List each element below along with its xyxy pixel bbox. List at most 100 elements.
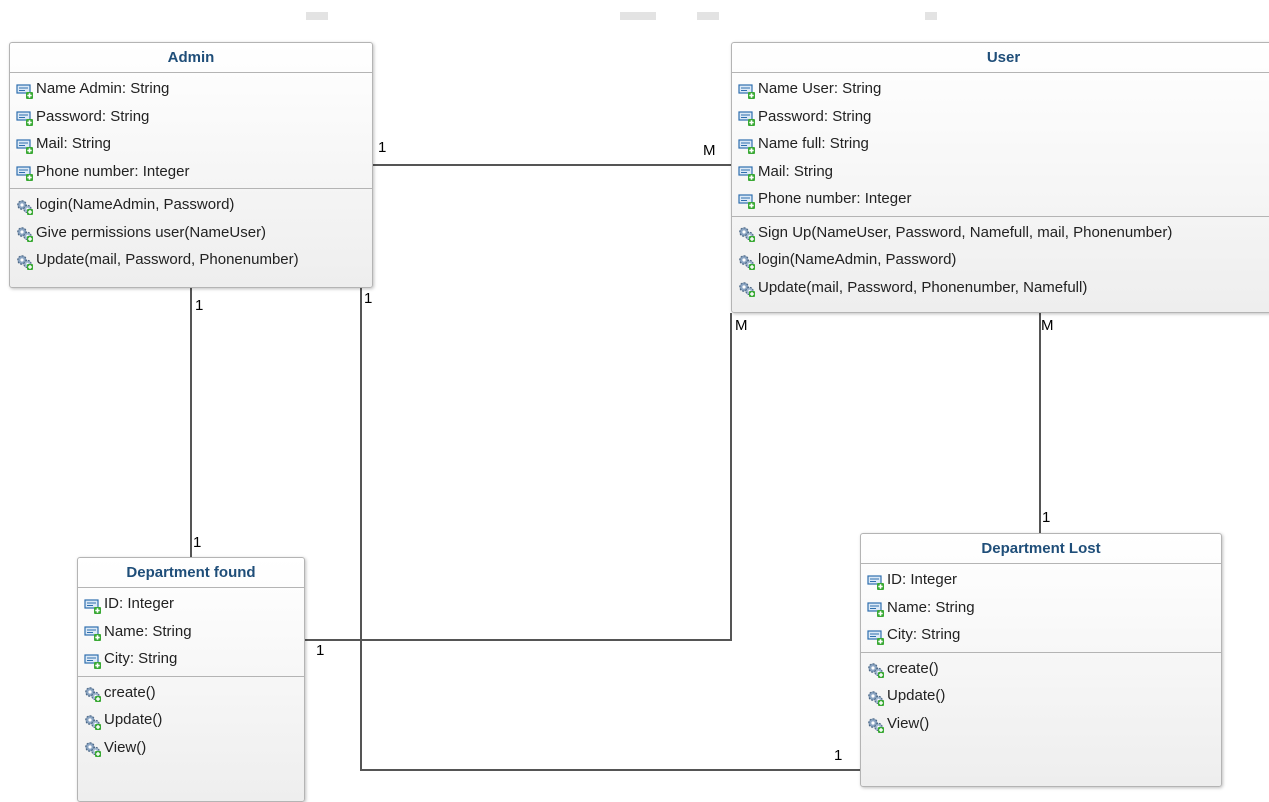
class-attribute[interactable]: City: String [861, 621, 1221, 649]
multiplicity-label: M [703, 142, 716, 159]
attribute-icon [16, 136, 34, 154]
class-attribute[interactable]: Name: String [78, 618, 304, 646]
multiplicity-label: 1 [195, 297, 204, 314]
attribute-icon [16, 163, 34, 182]
operation-gear-icon [16, 224, 34, 243]
attributes-compartment: Name User: String Password: String Name fu… [732, 73, 1269, 217]
attribute-text: Password: String [758, 107, 872, 125]
class-attribute[interactable]: City: String [78, 645, 304, 673]
operation-gear-icon [867, 660, 885, 679]
class-attribute[interactable]: Phone number: Integer [732, 185, 1269, 213]
class-user[interactable]: User Name User: String Password: String Nam… [731, 42, 1269, 313]
operation-text: Update(mail, Password, Phonenumber) [36, 251, 299, 268]
operations-compartment: Sign Up(NameUser, Password, Namefull, ma… [732, 217, 1269, 305]
operation-text: View() [887, 714, 930, 732]
operation-gear-icon [867, 715, 885, 734]
class-attribute[interactable]: Mail: String [732, 158, 1269, 186]
class-department-lost[interactable]: Department Lost ID: Integer Name: String Ci… [860, 533, 1222, 787]
class-attribute[interactable]: Name full: String [732, 130, 1269, 158]
multiplicity-label: 1 [834, 747, 843, 764]
operation-gear-icon [84, 739, 102, 758]
class-attribute[interactable]: Name User: String [732, 75, 1269, 103]
class-operation[interactable]: login(NameAdmin, Password) [732, 246, 1269, 274]
operation-text: Update() [104, 711, 163, 728]
attribute-icon [16, 108, 34, 127]
class-attribute[interactable]: Phone number: Integer [10, 158, 372, 186]
attribute-text: Name full: String [758, 135, 869, 152]
attribute-icon [867, 572, 885, 590]
attribute-icon [867, 627, 885, 645]
attribute-icon [738, 163, 756, 182]
operation-gear-icon [738, 252, 756, 270]
class-operation[interactable]: Give permissions user(NameUser) [10, 219, 372, 247]
operation-text: Give permissions user(NameUser) [36, 223, 267, 241]
attribute-text: Name User: String [758, 80, 882, 97]
attributes-compartment: Name Admin: String Password: String Mail: … [10, 73, 372, 189]
faint-mark [306, 12, 328, 20]
class-department-found[interactable]: Department found ID: Integer Name: String C… [77, 557, 305, 802]
operation-gear-icon [84, 712, 102, 730]
class-operation[interactable]: create() [861, 655, 1221, 683]
class-admin[interactable]: Admin Name Admin: String Password: String M… [9, 42, 373, 288]
operation-gear-icon [16, 252, 34, 270]
multiplicity-label: 1 [193, 534, 202, 551]
operation-text: create() [887, 659, 939, 677]
multiplicity-label: 1 [378, 139, 387, 156]
class-operation[interactable]: create() [78, 679, 304, 707]
class-operation[interactable]: Update() [78, 706, 304, 734]
operation-gear-icon [738, 279, 756, 298]
class-attribute[interactable]: ID: Integer [861, 566, 1221, 594]
operation-text: create() [104, 683, 156, 701]
class-operation[interactable]: View() [78, 734, 304, 762]
attribute-text: ID: Integer [104, 595, 175, 612]
attribute-text: Password: String [36, 107, 150, 125]
class-operation[interactable]: Update(mail, Password, Phonenumber, Name… [732, 274, 1269, 302]
class-operation[interactable]: Update() [861, 682, 1221, 710]
operation-text: Update() [887, 687, 946, 704]
attribute-icon [84, 651, 102, 669]
operations-compartment: create() Update() View() [861, 653, 1221, 741]
class-name: Department Lost [861, 534, 1221, 564]
class-name: Admin [10, 43, 372, 73]
attribute-icon [16, 81, 34, 99]
attribute-icon [738, 191, 756, 209]
attributes-compartment: ID: Integer Name: String City: String [861, 564, 1221, 653]
attribute-text: Mail: String [36, 135, 112, 152]
attribute-icon [867, 599, 885, 618]
operation-gear-icon [738, 224, 756, 243]
multiplicity-label: 1 [364, 290, 373, 307]
operation-text: View() [104, 738, 147, 756]
faint-mark [697, 12, 719, 20]
operation-text: login(NameAdmin, Password) [36, 196, 235, 213]
attribute-text: ID: Integer [887, 571, 958, 588]
attribute-text: City: String [104, 650, 178, 667]
attribute-text: Phone number: Integer [758, 190, 912, 207]
class-operation[interactable]: Update(mail, Password, Phonenumber) [10, 246, 372, 274]
class-attribute[interactable]: Password: String [10, 103, 372, 131]
class-operation[interactable]: login(NameAdmin, Password) [10, 191, 372, 219]
class-attribute[interactable]: Name: String [861, 594, 1221, 622]
operation-gear-icon [867, 688, 885, 706]
attribute-icon [84, 623, 102, 642]
operation-text: login(NameAdmin, Password) [758, 251, 957, 268]
attribute-icon [738, 136, 756, 154]
multiplicity-label: 1 [1042, 509, 1051, 526]
class-operation[interactable]: Sign Up(NameUser, Password, Namefull, ma… [732, 219, 1269, 247]
attribute-text: Name Admin: String [36, 80, 170, 97]
class-attribute[interactable]: Password: String [732, 103, 1269, 131]
class-attribute[interactable]: Mail: String [10, 130, 372, 158]
faint-mark [925, 12, 937, 20]
attribute-icon [738, 81, 756, 99]
multiplicity-label: 1 [316, 642, 325, 659]
multiplicity-label: M [735, 317, 748, 334]
multiplicity-label: M [1041, 317, 1054, 334]
class-operation[interactable]: View() [861, 710, 1221, 738]
operations-compartment: login(NameAdmin, Password) Give permissio… [10, 189, 372, 277]
attribute-icon [84, 596, 102, 614]
class-name: User [732, 43, 1269, 73]
operation-gear-icon [16, 197, 34, 215]
class-attribute[interactable]: Name Admin: String [10, 75, 372, 103]
attribute-text: City: String [887, 626, 961, 643]
class-attribute[interactable]: ID: Integer [78, 590, 304, 618]
attribute-text: Phone number: Integer [36, 162, 190, 180]
